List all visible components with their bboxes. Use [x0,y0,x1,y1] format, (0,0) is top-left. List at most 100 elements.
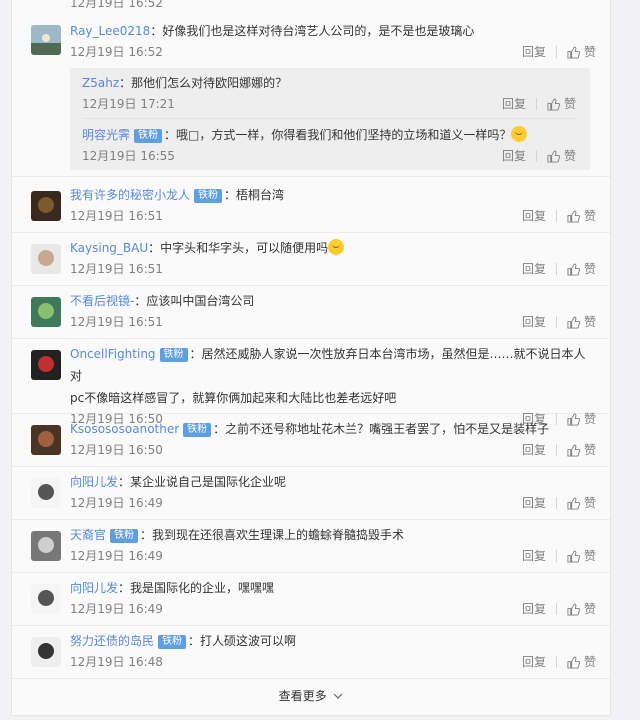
reply-time: 12月19日 17:21 [82,97,175,111]
comment-username[interactable]: 不看后视镜- [70,294,134,308]
comment-username[interactable]: 我有许多的秘密小龙人 [70,188,190,202]
comment-time: 12月19日 16:52 [70,45,163,59]
reply-button[interactable]: 回复 [522,599,546,619]
comment-username[interactable]: 努力还债的岛民 [70,634,154,648]
like-button[interactable]: 赞 [567,493,596,513]
comment-text: ：我是国际化的企业，嘿嘿嘿 [118,581,275,595]
thumbs-up-icon [547,97,560,111]
avatar[interactable] [31,531,61,561]
reply-button[interactable]: 回复 [502,146,526,166]
comment-item: 向阳儿发：某企业说自己是国际化企业呢 12月19日 16:49 回复 赞 [12,467,610,520]
avatar[interactable] [31,25,61,55]
comment-text: ：好像我们也是这样对待台湾艺人公司的，是不是也是玻璃心 [150,24,475,38]
like-button[interactable]: 赞 [567,440,596,460]
comment-time: 12月19日 16:49 [70,549,163,563]
comment-time: 12月19日 16:51 [70,315,163,329]
comment-username[interactable]: Kaysing_BAU [70,241,148,255]
comment-item: Ray_Lee0218：好像我们也是这样对待台湾艺人公司的，是不是也是玻璃心 1… [12,12,610,177]
comment-time: 12月19日 16:52 [70,0,163,10]
like-button[interactable]: 赞 [567,599,596,619]
reply-button[interactable]: 回复 [522,206,546,226]
thumbs-up-icon [567,443,580,457]
avatar[interactable] [31,584,61,614]
comment-text-line: 向阳儿发：我是国际化的企业，嘿嘿嘿 [70,577,596,599]
comment-text-line: pc不像暗这样感冒了，就算你俩加起来和大陆比也差老远好吧 [70,387,596,409]
like-button[interactable]: 赞 [567,259,596,279]
chevron-down-icon [333,693,343,699]
comment-username[interactable]: 向阳儿发 [70,581,118,595]
divider [535,150,537,162]
divider [555,656,557,668]
reply-button[interactable]: 回复 [522,546,546,566]
avatar[interactable] [31,425,61,455]
comment-username[interactable]: OncellFighting [70,347,156,361]
avatar[interactable] [31,637,61,667]
fan-badge: 铁粉 [159,348,188,362]
like-button[interactable]: 赞 [567,206,596,226]
like-button[interactable]: 赞 [567,42,596,62]
comment-item: 我有许多的秘密小龙人 铁粉 ：梧桐台湾 12月19日 16:51 回复 赞 [12,180,610,233]
comment-meta: 12月19日 16:51 回复 赞 [70,312,596,332]
reply-username[interactable]: Z5ahz [82,76,119,90]
reply-button[interactable]: 回复 [502,94,526,114]
reply-button[interactable]: 回复 [522,493,546,513]
reply-username[interactable]: 明容光霁 [82,128,130,142]
comment-username[interactable]: Ksosososoanother [70,422,179,436]
comment-panel: 12月19日 16:52 Ray_Lee0218：好像我们也是这样对待台湾艺人公… [11,0,611,716]
comment-meta: 12月19日 16:51 回复 赞 [70,206,596,226]
comment-meta: 12月19日 16:48 回复 赞 [70,652,596,672]
comment-username[interactable]: 天裔官 [70,528,106,542]
avatar[interactable] [31,191,61,221]
thumbs-up-icon [567,655,580,669]
comment-meta: 12月19日 16:49 回复 赞 [70,599,596,619]
comment-text: ：某企业说自己是国际化企业呢 [118,475,287,489]
comment-item: 向阳儿发：我是国际化的企业，嘿嘿嘿 12月19日 16:49 回复 赞 [12,573,610,626]
reply-button[interactable]: 回复 [522,42,546,62]
reply-button[interactable]: 回复 [522,440,546,460]
thumbs-up-icon [547,149,560,163]
comment-item: OncellFighting 铁粉 ：居然还威胁人家说一次性放弃日本台湾市场，虽然但… [12,339,610,426]
thumbs-up-icon [567,315,580,329]
reply-button[interactable]: 回复 [522,259,546,279]
comment-meta: 12月19日 16:49 回复 赞 [70,493,596,513]
reply-text: ：那他们怎么对待欧阳娜娜的？ [119,76,288,90]
comment-time: 12月19日 16:48 [70,655,163,669]
like-button[interactable]: 赞 [567,312,596,332]
avatar[interactable] [31,244,61,274]
like-label: 赞 [583,209,596,223]
comment-username[interactable]: 向阳儿发 [70,475,118,489]
comment-item: Ksosososoanother 铁粉 ：之前不还号称地址花木兰？嘴强王者罢了，怕不… [12,414,610,467]
like-label: 赞 [583,315,596,329]
comment-text: ：梧桐台湾 [224,188,285,202]
comment-time: 12月19日 16:49 [70,496,163,510]
comment-text-line: Ray_Lee0218：好像我们也是这样对待台湾艺人公司的，是不是也是玻璃心 [70,20,596,42]
comment-text: ：打人硕这波可以啊 [188,634,297,648]
load-more-button[interactable]: 查看更多 [12,687,610,704]
like-button[interactable]: 赞 [547,146,576,166]
thumbs-up-icon [567,209,580,223]
comment-username[interactable]: Ray_Lee0218 [70,24,150,38]
reply-button[interactable]: 回复 [522,652,546,672]
like-label: 赞 [583,549,596,563]
comment-item: 天裔官 铁粉 ：我到现在还很喜欢生理课上的蟾蜍脊髓捣毁手术 12月19日 16:49 回… [12,520,610,573]
avatar[interactable] [31,478,61,508]
thumbs-up-icon [567,496,580,510]
thumbs-up-icon [567,45,580,59]
like-button[interactable]: 赞 [547,94,576,114]
reply-text: ：哦□，方式一样，你得看我们和他们坚持的立场和道义一样吗？ [164,128,512,142]
avatar[interactable] [31,350,61,380]
comment-meta: 12月19日 16:52 回复 赞 [70,42,596,62]
divider [555,550,557,562]
comment-meta: 12月19日 16:50 回复 赞 [70,440,596,460]
divider [555,444,557,456]
comment-meta: 12月19日 16:51 回复 赞 [70,259,596,279]
fan-badge: 铁粉 [194,189,223,203]
fan-badge: 铁粉 [110,529,139,543]
avatar[interactable] [31,297,61,327]
comment-text-line: OncellFighting 铁粉 ：居然还威胁人家说一次性放弃日本台湾市场，虽然但… [70,343,596,387]
like-button[interactable]: 赞 [567,546,596,566]
comment-item: 不看后视镜-：应该叫中国台湾公司 12月19日 16:51 回复 赞 [12,286,610,339]
comment-time: 12月19日 16:49 [70,602,163,616]
like-button[interactable]: 赞 [567,652,596,672]
reply-button[interactable]: 回复 [522,312,546,332]
